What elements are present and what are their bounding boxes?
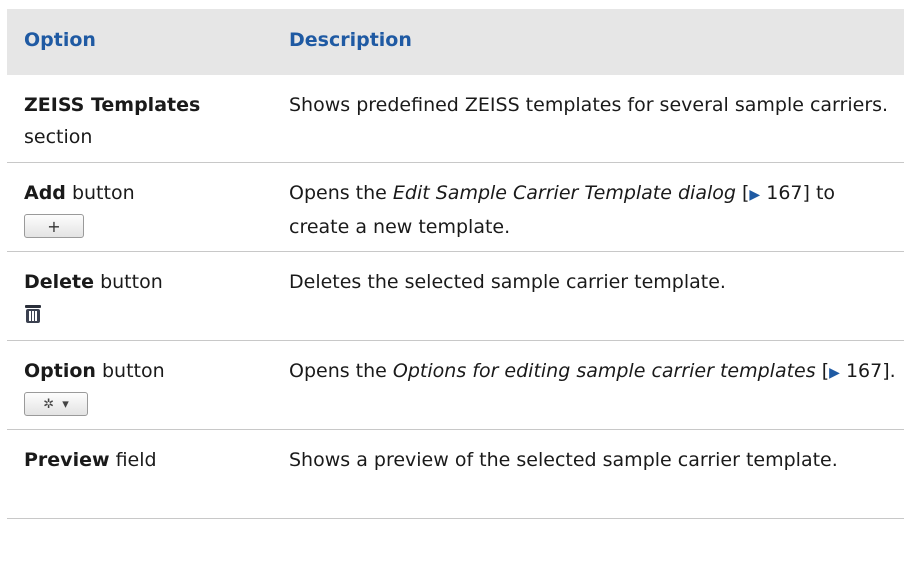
- header-option: Option: [24, 29, 96, 51]
- description-cell: Opens the Edit Sample Carrier Template d…: [289, 177, 899, 243]
- description-text: Opens the: [289, 360, 393, 382]
- table-row: ZEISS Templates section Shows predefined…: [7, 75, 904, 163]
- add-button[interactable]: +: [24, 214, 84, 238]
- page-reference[interactable]: [▶ 167]: [822, 360, 890, 382]
- table-header: Option Description: [7, 9, 904, 75]
- table-row: Add button + Opens the Edit Sample Carri…: [7, 163, 904, 252]
- option-button[interactable]: ✲ ▾: [24, 392, 88, 416]
- option-suffix: section: [24, 126, 93, 148]
- option-cell: Add button: [24, 177, 274, 209]
- option-suffix: button: [71, 182, 135, 204]
- option-name: ZEISS Templates: [24, 94, 201, 116]
- description-cell: Deletes the selected sample carrier temp…: [289, 271, 726, 293]
- option-suffix: field: [115, 449, 157, 471]
- option-suffix: button: [100, 271, 163, 293]
- description-text: .: [889, 360, 896, 382]
- table-row: Delete button Deletes the selected sampl…: [7, 252, 904, 341]
- option-name: Preview: [24, 449, 110, 471]
- edit-sample-carrier-template-link[interactable]: Edit Sample Carrier Template dialog: [393, 182, 736, 204]
- option-name: Option: [24, 360, 96, 382]
- header-description: Description: [289, 29, 412, 51]
- option-cell: Preview field: [24, 444, 274, 476]
- description-cell: Shows predefined ZEISS templates for sev…: [289, 94, 889, 116]
- trash-icon[interactable]: [24, 304, 42, 324]
- option-cell: ZEISS Templates section: [24, 89, 274, 153]
- chevron-down-icon: ▾: [62, 396, 69, 412]
- gear-icon: ✲: [43, 396, 55, 412]
- option-cell: Option button: [24, 355, 274, 387]
- option-name: Delete: [24, 271, 95, 293]
- description-cell: Shows a preview of the selected sample c…: [289, 449, 838, 471]
- options-link[interactable]: Options for editing sample carrier templ…: [393, 360, 816, 382]
- description-cell: Opens the Options for editing sample car…: [289, 355, 899, 389]
- table-row: Option button ✲ ▾ Opens the Options for …: [7, 341, 904, 430]
- play-icon: ▶: [749, 187, 761, 203]
- option-cell: Delete button: [24, 266, 274, 298]
- description-text: Opens the: [289, 182, 393, 204]
- page-reference[interactable]: [▶ 167]: [742, 182, 810, 204]
- table-row: Preview field Shows a preview of the sel…: [7, 430, 904, 519]
- option-suffix: button: [101, 360, 165, 382]
- play-icon: ▶: [829, 365, 840, 381]
- plus-icon: +: [47, 216, 61, 236]
- option-name: Add: [24, 182, 66, 204]
